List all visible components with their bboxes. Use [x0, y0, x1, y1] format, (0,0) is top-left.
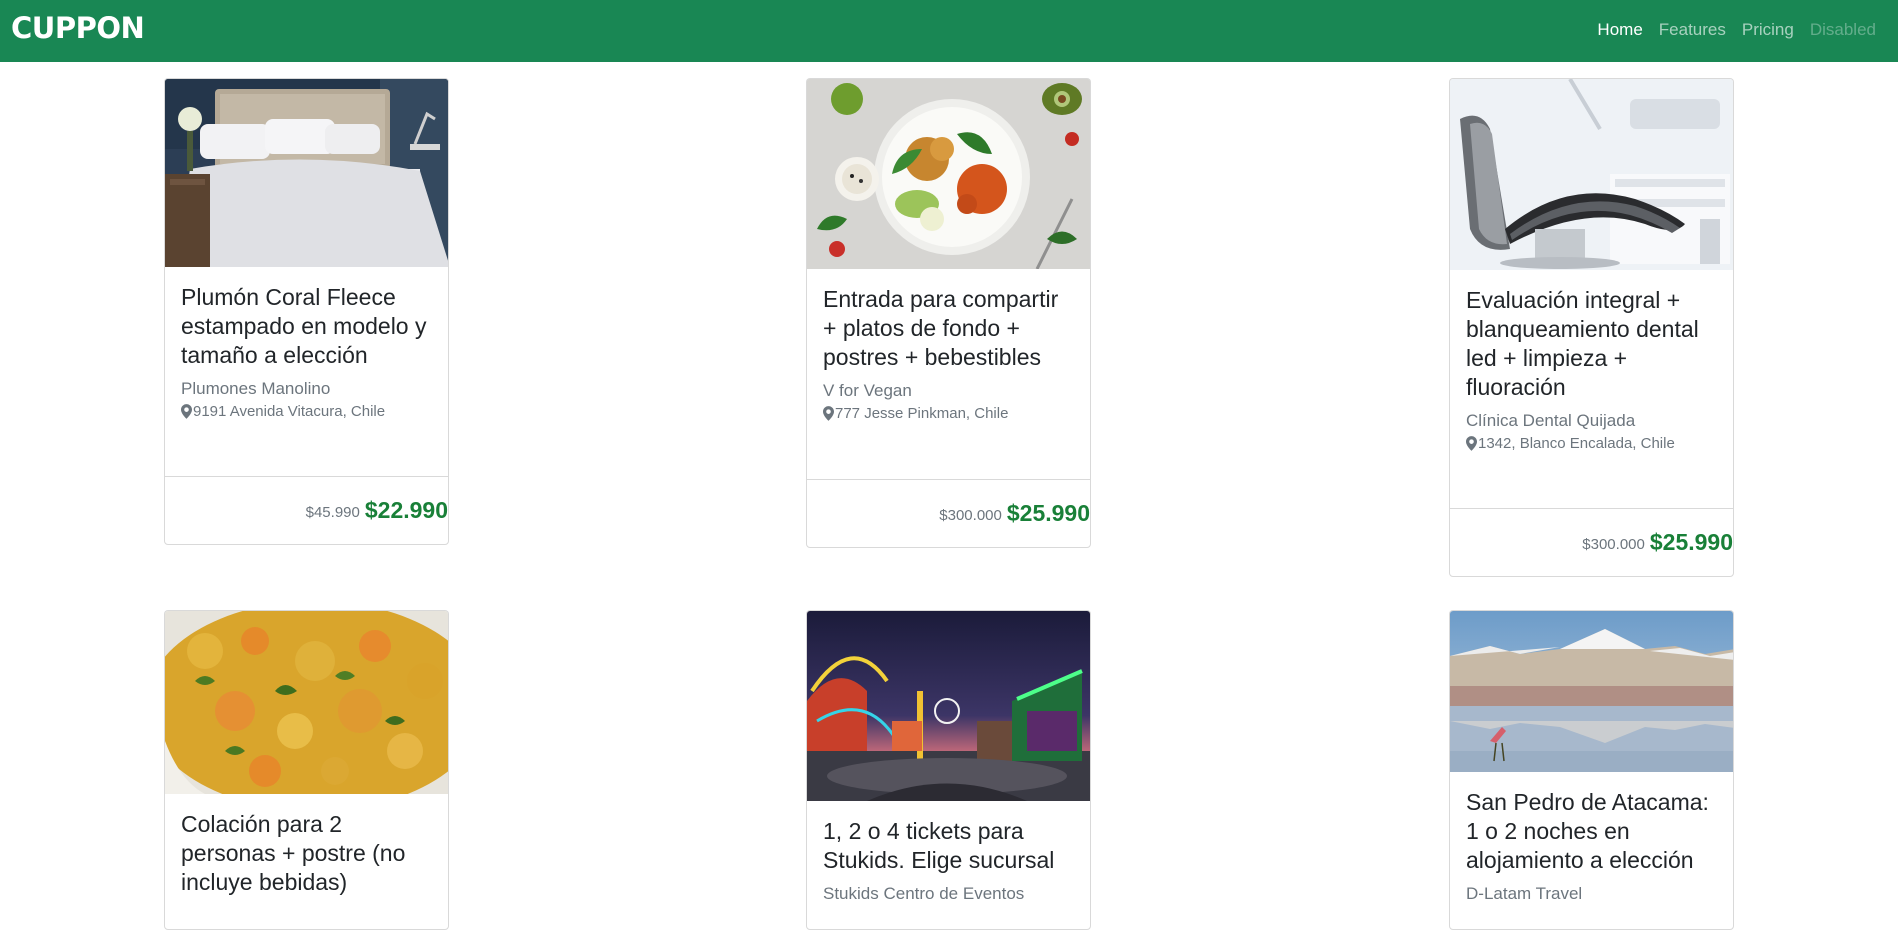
deal-title[interactable]: Entrada para compartir + platos de fondo…: [823, 285, 1074, 372]
deal-card[interactable]: San Pedro de Atacama: 1 o 2 noches en al…: [1449, 610, 1734, 930]
old-price: $45.990: [305, 504, 360, 521]
card-body: Entrada para compartir + platos de fondo…: [807, 269, 1090, 422]
atacama-landscape-image: [1450, 611, 1733, 772]
nav-link-pricing[interactable]: Pricing: [1734, 20, 1802, 40]
deal-company: V for Vegan: [823, 381, 912, 400]
dental-chair-image: [1450, 79, 1733, 270]
address-text: 1342, Blanco Encalada, Chile: [1478, 435, 1675, 452]
new-price: $25.990: [1006, 500, 1090, 526]
brand-logo[interactable]: CUPPON: [11, 11, 145, 45]
address-text: 9191 Avenida Vitacura, Chile: [193, 403, 386, 420]
deal-card[interactable]: 1, 2 o 4 tickets para Stukids. Elige suc…: [806, 610, 1091, 930]
new-price: $25.990: [1649, 529, 1733, 555]
deal-title[interactable]: 1, 2 o 4 tickets para Stukids. Elige suc…: [823, 817, 1074, 875]
old-price: $300.000: [1582, 536, 1645, 553]
card-footer: $300.000 $25.990: [1450, 508, 1733, 576]
deal-address: 777 Jesse Pinkman, Chile: [823, 405, 1074, 422]
nav-link-disabled: Disabled: [1809, 20, 1876, 39]
deal-title[interactable]: San Pedro de Atacama: 1 o 2 noches en al…: [1466, 788, 1717, 875]
card-body: Plumón Coral Fleece estampado en modelo …: [165, 267, 448, 420]
nav-link-home[interactable]: Home: [1589, 20, 1650, 40]
deal-card[interactable]: Plumón Coral Fleece estampado en modelo …: [164, 78, 449, 545]
card-body: San Pedro de Atacama: 1 o 2 noches en al…: [1450, 772, 1733, 904]
deal-title[interactable]: Colación para 2 personas + postre (no in…: [181, 810, 432, 897]
deal-card[interactable]: Entrada para compartir + platos de fondo…: [806, 78, 1091, 548]
nav-links: Home Features Pricing Disabled: [1589, 20, 1884, 40]
navbar: CUPPON Home Features Pricing Disabled: [0, 0, 1898, 62]
amusement-park-image: [807, 611, 1090, 801]
bedroom-image: [165, 79, 448, 267]
card-footer: $300.000 $25.990: [807, 479, 1090, 547]
deal-address: 1342, Blanco Encalada, Chile: [1466, 435, 1717, 452]
stew-food-image: [165, 611, 448, 794]
vegan-food-image: [807, 79, 1090, 269]
card-footer: $45.990 $22.990: [165, 476, 448, 544]
address-text: 777 Jesse Pinkman, Chile: [835, 405, 1009, 422]
old-price: $300.000: [939, 507, 1002, 524]
map-pin-icon: [181, 404, 192, 419]
card-body: Colación para 2 personas + postre (no in…: [165, 794, 448, 897]
deal-company: Plumones Manolino: [181, 379, 331, 398]
deal-company: Clínica Dental Quijada: [1466, 411, 1636, 430]
deal-title[interactable]: Plumón Coral Fleece estampado en modelo …: [181, 283, 432, 370]
deal-address: 9191 Avenida Vitacura, Chile: [181, 403, 432, 420]
deal-card[interactable]: Evaluación integral + blanqueamiento den…: [1449, 78, 1734, 577]
deal-company: D-Latam Travel: [1466, 884, 1583, 903]
nav-link-features[interactable]: Features: [1651, 20, 1734, 40]
deal-title[interactable]: Evaluación integral + blanqueamiento den…: [1466, 286, 1717, 402]
card-body: 1, 2 o 4 tickets para Stukids. Elige suc…: [807, 801, 1090, 904]
map-pin-icon: [823, 406, 834, 421]
deal-card[interactable]: Colación para 2 personas + postre (no in…: [164, 610, 449, 930]
card-body: Evaluación integral + blanqueamiento den…: [1450, 270, 1733, 452]
new-price: $22.990: [364, 497, 448, 523]
deal-company: Stukids Centro de Eventos: [823, 884, 1025, 903]
map-pin-icon: [1466, 436, 1477, 451]
